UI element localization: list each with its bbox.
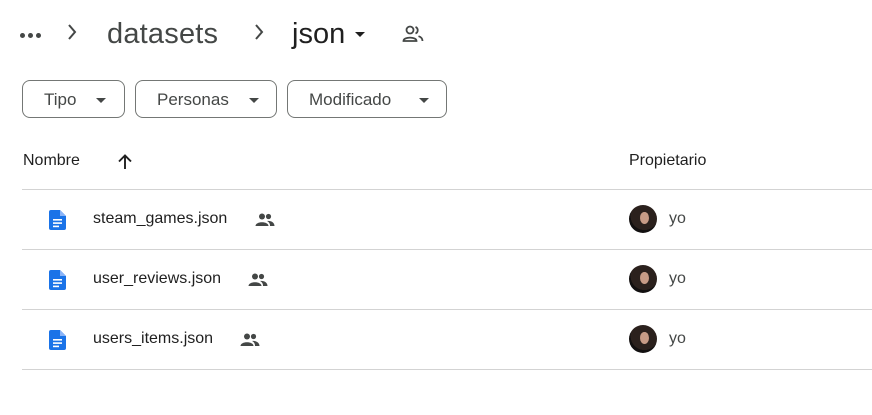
filter-personas-chip[interactable]: Personas: [135, 80, 277, 118]
chevron-right-icon: [255, 24, 264, 40]
owner-name: yo: [669, 210, 686, 227]
doc-icon: [49, 270, 66, 290]
doc-icon: [49, 330, 66, 350]
owner-name: yo: [669, 270, 686, 287]
arrow-up-icon[interactable]: [116, 153, 134, 171]
caret-down-icon: [96, 98, 106, 103]
breadcrumb-parent[interactable]: datasets: [107, 14, 218, 54]
owner-name: yo: [669, 330, 686, 347]
avatar: [629, 265, 657, 293]
folder-title: json: [292, 18, 346, 50]
file-name: steam_games.json: [93, 210, 228, 227]
filter-label: Modificado: [309, 90, 392, 109]
people-icon: [240, 333, 260, 346]
more-icon[interactable]: [20, 33, 41, 38]
breadcrumb-current-folder[interactable]: json: [292, 14, 366, 54]
caret-down-icon: [419, 98, 429, 103]
column-header-owner[interactable]: Propietario: [629, 152, 706, 170]
file-row[interactable]: users_items.json yo: [22, 310, 872, 370]
filter-modificado-chip[interactable]: Modificado: [287, 80, 447, 118]
breadcrumb: datasets json: [0, 0, 872, 70]
column-header-name[interactable]: Nombre: [23, 152, 80, 170]
file-row[interactable]: steam_games.json yo: [22, 190, 872, 250]
caret-down-icon: [355, 31, 366, 37]
caret-down-icon: [249, 98, 259, 103]
file-name: user_reviews.json: [93, 270, 222, 287]
filter-label: Tipo: [44, 90, 77, 109]
doc-icon: [49, 210, 66, 230]
avatar: [629, 205, 657, 233]
people-icon: [255, 213, 275, 226]
file-row[interactable]: user_reviews.json yo: [22, 250, 872, 310]
avatar: [629, 325, 657, 353]
divider: [22, 369, 872, 370]
filter-label: Personas: [157, 90, 229, 109]
chevron-right-icon: [68, 24, 77, 40]
file-name: users_items.json: [93, 330, 214, 347]
filter-tipo-chip[interactable]: Tipo: [22, 80, 125, 118]
people-icon[interactable]: [402, 24, 424, 44]
people-icon: [248, 273, 268, 286]
